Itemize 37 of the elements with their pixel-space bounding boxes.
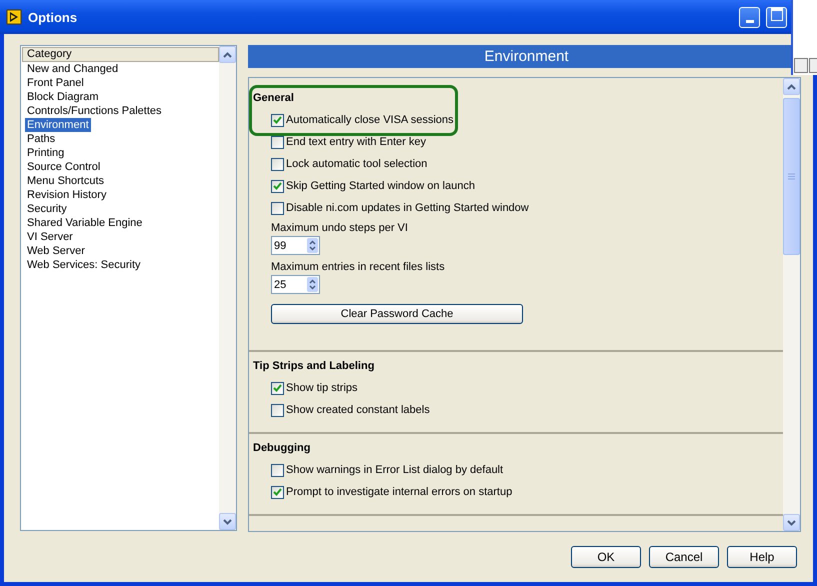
number-field[interactable]: 25 [271, 275, 320, 294]
category-item[interactable]: Front Panel [25, 76, 86, 90]
dialog-button[interactable]: OK [571, 546, 641, 568]
section-heading: Debugging [253, 442, 310, 454]
checkbox-label: Show warnings in Error List dialog by default [286, 464, 504, 476]
list-header: Category [22, 47, 219, 62]
clear-cache-button[interactable]: Clear Password Cache [271, 304, 523, 324]
category-item[interactable]: Security [25, 202, 69, 216]
checkbox-label: Show created constant labels [286, 404, 430, 416]
section-heading: Tip Strips and Labeling [253, 360, 374, 372]
category-item[interactable]: Menu Shortcuts [25, 174, 106, 188]
category-item[interactable]: New and Changed [25, 62, 120, 76]
category-item[interactable]: Controls/Functions Palettes [25, 104, 164, 118]
category-item[interactable]: VI Server [25, 230, 75, 244]
window-title: Options [28, 10, 78, 24]
category-item[interactable]: Environment [25, 118, 91, 132]
category-item[interactable]: Printing [25, 146, 66, 160]
checkbox-label: Prompt to investigate internal errors on startup [286, 486, 512, 498]
number-field[interactable]: 99 [271, 236, 320, 255]
field-label: Maximum undo steps per VI [271, 222, 409, 234]
section-heading: General [253, 92, 294, 104]
checkbox-label: Automatically close VISA sessions [286, 114, 454, 126]
category-item[interactable]: Revision History [25, 188, 108, 202]
checkbox-label: Lock automatic tool selection [286, 158, 428, 170]
category-item[interactable]: Block Diagram [25, 90, 101, 104]
field-label: Maximum entries in recent files lists [271, 261, 446, 273]
checkbox-label: Skip Getting Started window on launch [286, 180, 475, 192]
category-item[interactable]: Source Control [25, 160, 102, 174]
checkbox-label: End text entry with Enter key [286, 136, 426, 148]
category-item[interactable]: Web Server [25, 244, 87, 258]
checkbox-label: Show tip strips [286, 382, 358, 394]
checkbox-label: Disable ni.com updates in Getting Started window [286, 202, 529, 214]
category-item[interactable]: Shared Variable Engine [25, 216, 144, 230]
dialog-button[interactable]: Help [727, 546, 797, 568]
category-item[interactable]: Web Services: Security [25, 258, 143, 272]
category-item[interactable]: Paths [25, 132, 58, 146]
dialog-button[interactable]: Cancel [649, 546, 719, 568]
